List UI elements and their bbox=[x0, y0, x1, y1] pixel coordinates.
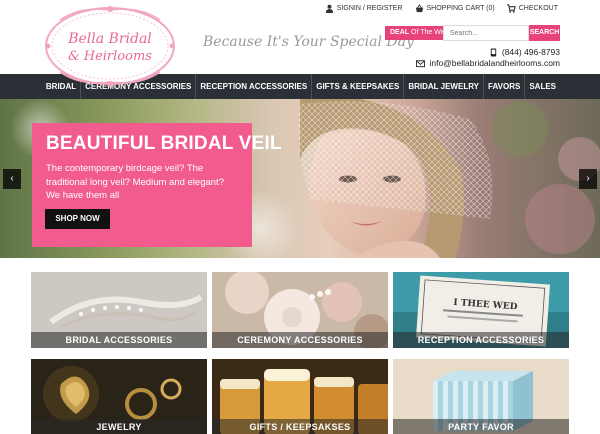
category-tile-party-favor[interactable]: PARTY FAVOR bbox=[393, 359, 569, 434]
tile-label: JEWELRY bbox=[31, 419, 207, 434]
shopping-cart-label: SHOPPING CART (0) bbox=[426, 5, 495, 12]
category-grid: BRIDAL ACCESSORIES CEREMONY ACCESSORIES … bbox=[0, 258, 600, 434]
tile-label: BRIDAL ACCESSORIES bbox=[31, 332, 207, 348]
basket-icon bbox=[415, 4, 423, 13]
signin-link[interactable]: SIGNIN / REGISTER bbox=[325, 4, 403, 13]
user-icon bbox=[325, 4, 333, 13]
nav-item-sales[interactable]: SALES bbox=[524, 74, 560, 99]
hero-slider: BEAUTIFUL BRIDAL VEIL The contemporary b… bbox=[0, 99, 600, 258]
svg-text:Bella Bridal: Bella Bridal bbox=[67, 31, 152, 47]
tile-label: RECEPTION ACCESSORIES bbox=[393, 332, 569, 348]
tile-label: PARTY FAVOR bbox=[393, 419, 569, 434]
top-links: SIGNIN / REGISTER SHOPPING CART (0) CHEC… bbox=[325, 4, 558, 13]
phone-contact[interactable]: (844) 496-8793 bbox=[489, 47, 560, 57]
category-tile-gifts-keepsakes[interactable]: GIFTS / KEEPSAKSES bbox=[212, 359, 388, 434]
slider-next-button[interactable]: › bbox=[579, 169, 597, 189]
tile-label: GIFTS / KEEPSAKSES bbox=[212, 419, 388, 434]
signin-label: SIGNIN / REGISTER bbox=[336, 5, 403, 12]
shopping-cart-link[interactable]: SHOPPING CART (0) bbox=[415, 4, 495, 13]
category-tile-ceremony-accessories[interactable]: CEREMONY ACCESSORIES bbox=[212, 272, 388, 348]
nav-item-reception-accessories[interactable]: RECEPTION ACCESSORIES bbox=[195, 74, 311, 99]
email-contact[interactable]: info@bellabridalandheirlooms.com bbox=[416, 58, 560, 68]
category-tile-reception-accessories[interactable]: I THEE WED RECEPTION ACCESSORIES bbox=[393, 272, 569, 348]
envelope-icon bbox=[416, 59, 426, 67]
checkout-label: CHECKOUT bbox=[518, 5, 558, 12]
tile-label: CEREMONY ACCESSORIES bbox=[212, 332, 388, 348]
hero-description: The contemporary birdcage veil? The trad… bbox=[46, 163, 224, 201]
email-address: info@bellabridalandheirlooms.com bbox=[429, 58, 560, 68]
search-input[interactable] bbox=[443, 25, 529, 41]
slider-prev-button[interactable]: ‹ bbox=[3, 169, 21, 189]
phone-number: (844) 496-8793 bbox=[501, 47, 560, 57]
hero-title: BEAUTIFUL BRIDAL VEIL bbox=[46, 133, 282, 154]
category-tile-jewelry[interactable]: JEWELRY bbox=[31, 359, 207, 434]
nav-item-gifts-keepsakes[interactable]: GIFTS & KEEPSAKES bbox=[311, 74, 403, 99]
search-button[interactable]: SEARCH bbox=[529, 25, 560, 41]
category-tile-bridal-accessories[interactable]: BRIDAL ACCESSORIES bbox=[31, 272, 207, 348]
phone-icon bbox=[490, 47, 497, 57]
site-logo[interactable]: Bella Bridal & Heirlooms bbox=[40, 2, 180, 90]
cart-icon bbox=[506, 4, 516, 13]
checkout-link[interactable]: CHECKOUT bbox=[506, 4, 558, 13]
shop-now-button[interactable]: SHOP NOW bbox=[45, 209, 110, 229]
deal-label-bold: DEAL bbox=[390, 29, 410, 36]
site-header: Bella Bridal & Heirlooms Because It's Yo… bbox=[0, 0, 600, 87]
nav-item-bridal-jewelry[interactable]: BRIDAL JEWELRY bbox=[403, 74, 483, 99]
hero-promo-box: BEAUTIFUL BRIDAL VEIL The contemporary b… bbox=[32, 123, 282, 247]
tagline: Because It's Your Special Day bbox=[203, 34, 414, 50]
nav-item-favors[interactable]: FAVORS bbox=[483, 74, 524, 99]
svg-text:& Heirlooms: & Heirlooms bbox=[68, 49, 152, 64]
